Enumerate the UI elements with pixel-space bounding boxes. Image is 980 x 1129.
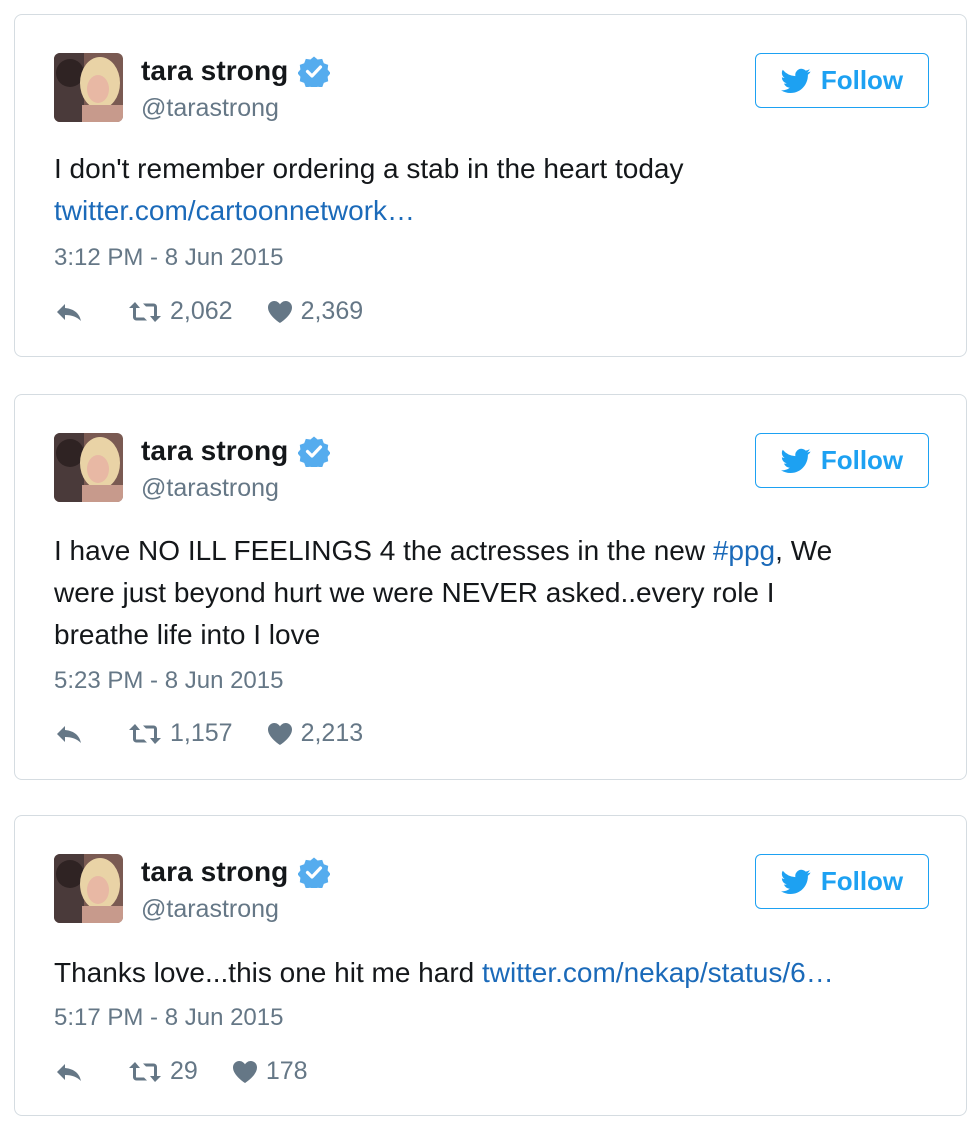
verified-badge-icon bbox=[298, 436, 331, 467]
tweet-text-line: breathe life into I love bbox=[54, 619, 321, 650]
tweet-card: tara strong @tarastrong Follow I have NO… bbox=[14, 394, 967, 780]
retweet-button[interactable]: 2,062 bbox=[128, 297, 233, 326]
user-handle[interactable]: @tarastrong bbox=[141, 94, 279, 123]
tweet-text-part: Thanks love...this one hit me hard bbox=[54, 957, 482, 988]
retweet-button[interactable]: 29 bbox=[128, 1057, 198, 1086]
heart-icon bbox=[267, 722, 292, 745]
tweet-actions: 1,157 2,213 bbox=[54, 719, 363, 748]
like-count: 178 bbox=[265, 1057, 308, 1085]
retweet-count: 29 bbox=[170, 1057, 198, 1085]
avatar[interactable] bbox=[54, 53, 123, 122]
follow-button[interactable]: Follow bbox=[755, 53, 929, 108]
user-handle[interactable]: @tarastrong bbox=[141, 895, 279, 924]
retweet-button[interactable]: 1,157 bbox=[128, 719, 233, 748]
tweet-card: tara strong @tarastrong Follow I don't r… bbox=[14, 14, 967, 357]
reply-icon bbox=[57, 725, 81, 743]
retweet-icon bbox=[129, 1061, 161, 1082]
tweet-text-line: were just beyond hurt we were NEVER aske… bbox=[54, 577, 775, 608]
tweet-text: I don't remember ordering a stab in the … bbox=[54, 148, 934, 232]
twitter-bird-icon bbox=[780, 869, 811, 894]
tweet-text-part: , We bbox=[775, 535, 833, 566]
tweet-timestamp[interactable]: 5:17 PM - 8 Jun 2015 bbox=[54, 1004, 283, 1032]
heart-icon bbox=[232, 1060, 257, 1083]
retweet-icon bbox=[129, 723, 161, 744]
avatar-photo bbox=[54, 53, 123, 122]
tweet-text: Thanks love...this one hit me hard twitt… bbox=[54, 952, 934, 994]
avatar-photo bbox=[54, 433, 123, 502]
twitter-bird-icon bbox=[780, 68, 811, 93]
heart-icon bbox=[267, 300, 292, 323]
like-button[interactable]: 2,369 bbox=[267, 297, 364, 326]
follow-label: Follow bbox=[820, 445, 904, 475]
follow-label: Follow bbox=[820, 65, 904, 95]
tweet-text-line: I don't remember ordering a stab in the … bbox=[54, 153, 684, 184]
follow-label: Follow bbox=[820, 866, 904, 896]
avatar[interactable] bbox=[54, 433, 123, 502]
tweet-link[interactable]: twitter.com/nekap/status/6… bbox=[482, 957, 834, 988]
display-name[interactable]: tara strong bbox=[141, 856, 288, 888]
tweet-card: tara strong @tarastrong Follow Thanks lo… bbox=[14, 815, 967, 1116]
tweet-text: I have NO ILL FEELINGS 4 the actresses i… bbox=[54, 530, 934, 656]
verified-badge-icon bbox=[298, 857, 331, 888]
hashtag-link[interactable]: #ppg bbox=[713, 535, 775, 566]
like-count: 2,213 bbox=[300, 719, 364, 747]
tweet-text-part: I have NO ILL FEELINGS 4 the actresses i… bbox=[54, 535, 713, 566]
follow-button[interactable]: Follow bbox=[755, 433, 929, 488]
follow-button[interactable]: Follow bbox=[755, 854, 929, 909]
reply-button[interactable] bbox=[54, 1060, 84, 1084]
retweet-count: 1,157 bbox=[170, 719, 233, 747]
reply-icon bbox=[57, 1063, 81, 1081]
avatar[interactable] bbox=[54, 854, 123, 923]
like-button[interactable]: 2,213 bbox=[267, 719, 364, 748]
reply-button[interactable] bbox=[54, 722, 84, 746]
reply-button[interactable] bbox=[54, 300, 84, 324]
avatar-photo bbox=[54, 854, 123, 923]
reply-icon bbox=[57, 303, 81, 321]
display-name[interactable]: tara strong bbox=[141, 55, 288, 87]
tweet-link[interactable]: twitter.com/cartoonnetwork… bbox=[54, 195, 415, 226]
retweet-icon bbox=[129, 301, 161, 322]
like-button[interactable]: 178 bbox=[232, 1057, 308, 1086]
like-count: 2,369 bbox=[300, 297, 364, 325]
tweet-timestamp[interactable]: 3:12 PM - 8 Jun 2015 bbox=[54, 244, 283, 272]
verified-badge-icon bbox=[298, 56, 331, 87]
tweet-actions: 2,062 2,369 bbox=[54, 297, 363, 326]
retweet-count: 2,062 bbox=[170, 297, 233, 325]
tweet-timestamp[interactable]: 5:23 PM - 8 Jun 2015 bbox=[54, 667, 283, 695]
display-name[interactable]: tara strong bbox=[141, 435, 288, 467]
user-handle[interactable]: @tarastrong bbox=[141, 474, 279, 503]
tweet-actions: 29 178 bbox=[54, 1057, 308, 1086]
twitter-bird-icon bbox=[780, 448, 811, 473]
